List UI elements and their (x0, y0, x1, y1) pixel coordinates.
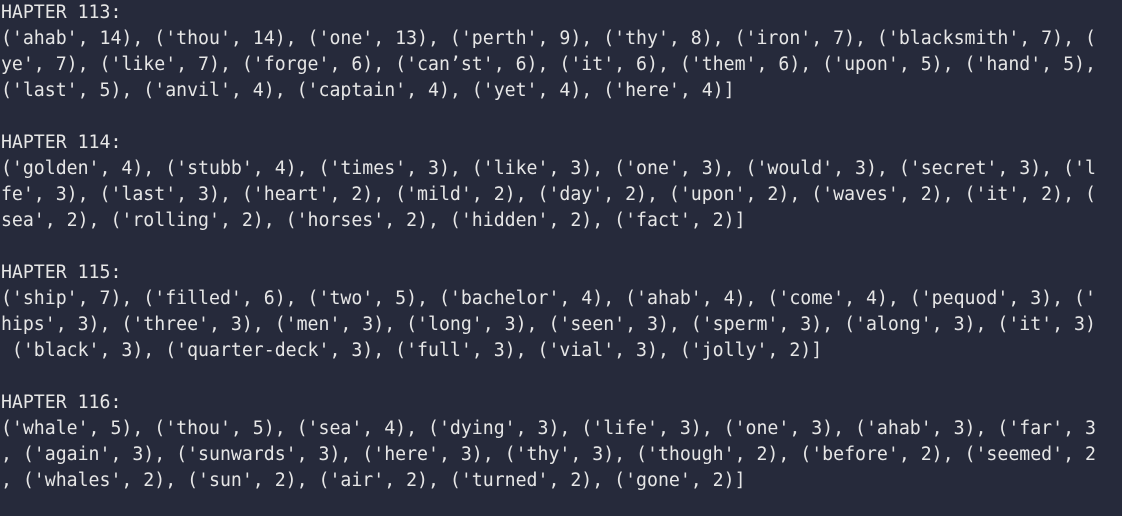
word-frequency-line: [('golden', 4), ('stubb', 4), ('times', … (0, 158, 1096, 179)
chapter-heading: CHAPTER 115: (0, 262, 122, 283)
word-frequency-line: ), ('whales', 2), ('sun', 2), ('air', 2)… (0, 470, 746, 491)
word-frequency-line: ('last', 5), ('anvil', 4), ('captain', 4… (0, 80, 735, 101)
word-frequency-line: [('whale', 5), ('thou', 5), ('sea', 4), … (0, 418, 1096, 439)
word-frequency-line: ), ('again', 3), ('sunwards', 3), ('here… (0, 444, 1096, 465)
chapter-heading: CHAPTER 113: (0, 2, 122, 23)
chapter-heading: CHAPTER 114: (0, 132, 122, 153)
word-frequency-line: 'ye', 7), ('like', 7), ('forge', 6), ('c… (0, 54, 1096, 75)
chapter-heading: CHAPTER 116: (0, 392, 122, 413)
word-frequency-line: ife', 3), ('last', 3), ('heart', 2), ('m… (0, 184, 1096, 205)
word-frequency-line: , ('black', 3), ('quarter-deck', 3), ('f… (0, 340, 823, 361)
word-frequency-line: [('ahab', 14), ('thou', 14), ('one', 13)… (0, 28, 1096, 49)
console-output: CHAPTER 113: [('ahab', 14), ('thou', 14),… (0, 0, 1122, 516)
word-frequency-line: ships', 3), ('three', 3), ('men', 3), ('… (0, 314, 1096, 335)
word-frequency-line: 'sea', 2), ('rolling', 2), ('horses', 2)… (0, 210, 746, 231)
word-frequency-line: [('ship', 7), ('filled', 6), ('two', 5),… (0, 288, 1096, 309)
